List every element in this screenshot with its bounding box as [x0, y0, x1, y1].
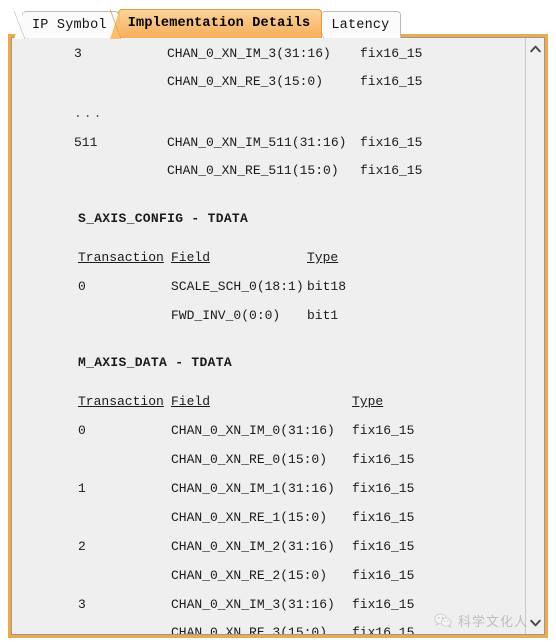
tab-label: IP Symbol [32, 18, 107, 33]
tab-implementation-details[interactable]: Implementation Details [109, 9, 323, 39]
column-header-field: Field [171, 250, 211, 265]
tab-label: Latency [331, 18, 390, 33]
chevron-up-icon [529, 45, 541, 53]
implementation-details-content: 3 CHAN_0_XN_IM_3(31:16) fix16_15 CHAN_0_… [12, 38, 525, 634]
cell-type: fix16_15 [352, 597, 415, 612]
cell-field: CHAN_0_XN_RE_511(15:0) [167, 163, 339, 178]
cell-type: fix16_15 [352, 423, 415, 438]
cell-field: CHAN_0_XN_IM_1(31:16) [171, 481, 335, 496]
cell-type: fix16_15 [360, 135, 423, 150]
details-panel: 3 CHAN_0_XN_IM_3(31:16) fix16_15 CHAN_0_… [8, 34, 548, 638]
cell-field: CHAN_0_XN_IM_0(31:16) [171, 423, 335, 438]
cell-field: CHAN_0_XN_IM_2(31:16) [171, 539, 335, 554]
cell-field: SCALE_SCH_0(18:1) [171, 279, 304, 294]
table-row: CHAN_0_XN_RE_3(15:0) fix16_15 [12, 68, 525, 96]
table-row: CHAN_0_XN_RE_2(15:0) fix16_15 [12, 562, 525, 590]
section-title-s-axis-config: S_AXIS_CONFIG - TDATA [78, 211, 249, 226]
table-row: 2 CHAN_0_XN_IM_2(31:16) fix16_15 [12, 533, 525, 561]
tab-latency[interactable]: Latency [313, 11, 402, 39]
table-row: 511 CHAN_0_XN_IM_511(31:16) fix16_15 [12, 129, 525, 157]
table-row: CHAN_0_XN_RE_0(15:0) fix16_15 [12, 446, 525, 474]
cell-field: CHAN_0_XN_RE_2(15:0) [171, 568, 328, 583]
table-header-row: Transaction Field Type [12, 388, 525, 416]
tab-strip: IP Symbol Implementation Details Latency [0, 0, 556, 39]
ip-customization-window: IP Symbol Implementation Details Latency… [0, 0, 556, 642]
cell-type: fix16_15 [352, 452, 415, 467]
cell-type: fix16_15 [352, 481, 415, 496]
column-header-type: Type [307, 250, 339, 265]
cell-field: CHAN_0_XN_RE_3(15:0) [171, 625, 328, 634]
cell-type: fix16_15 [352, 510, 415, 525]
cell-field: CHAN_0_XN_RE_0(15:0) [171, 452, 328, 467]
table-row: CHAN_0_XN_RE_3(15:0) fix16_15 [12, 619, 525, 634]
tab-ip-symbol[interactable]: IP Symbol [14, 11, 119, 39]
cell-field: CHAN_0_XN_IM_3(31:16) [171, 597, 335, 612]
table-header-row: Transaction Field Type [12, 244, 525, 272]
cell-type: fix16_15 [352, 625, 415, 634]
cell-type: fix16_15 [360, 74, 423, 89]
table-row: CHAN_0_XN_RE_1(15:0) fix16_15 [12, 504, 525, 532]
cell-field: CHAN_0_XN_RE_3(15:0) [167, 74, 324, 89]
tab-label: Implementation Details [127, 16, 311, 31]
cell-field: CHAN_0_XN_IM_3(31:16) [167, 46, 331, 61]
cell-type: bit1 [307, 308, 339, 323]
cell-type: fix16_15 [360, 46, 423, 61]
vertical-scrollbar[interactable] [525, 38, 544, 634]
cell-type: fix16_15 [352, 539, 415, 554]
table-row-ellipsis: ... [12, 100, 525, 128]
table-row: 1 CHAN_0_XN_IM_1(31:16) fix16_15 [12, 475, 525, 503]
table-row: FWD_INV_0(0:0) bit1 [12, 302, 525, 330]
cell-type: fix16_15 [352, 568, 415, 583]
scroll-up-button[interactable] [526, 40, 544, 58]
table-row: 3 CHAN_0_XN_IM_3(31:16) fix16_15 [12, 40, 525, 68]
chevron-down-icon [529, 619, 541, 627]
column-header-field: Field [171, 394, 211, 409]
table-row: CHAN_0_XN_RE_511(15:0) fix16_15 [12, 157, 525, 185]
cell-field: CHAN_0_XN_IM_511(31:16) [167, 135, 347, 150]
cell-field: FWD_INV_0(0:0) [171, 308, 281, 323]
section-title-m-axis-data: M_AXIS_DATA - TDATA [78, 355, 232, 370]
ellipsis-marker: ... [74, 106, 104, 121]
details-panel-inner: 3 CHAN_0_XN_IM_3(31:16) fix16_15 CHAN_0_… [11, 37, 545, 635]
column-header-type: Type [352, 394, 384, 409]
scroll-down-button[interactable] [526, 614, 544, 632]
table-row: 3 CHAN_0_XN_IM_3(31:16) fix16_15 [12, 591, 525, 619]
table-row: 0 SCALE_SCH_0(18:1) bit18 [12, 273, 525, 301]
table-row: 0 CHAN_0_XN_IM_0(31:16) fix16_15 [12, 417, 525, 445]
cell-field: CHAN_0_XN_RE_1(15:0) [171, 510, 328, 525]
cell-type: fix16_15 [360, 163, 423, 178]
cell-type: bit18 [307, 279, 347, 294]
